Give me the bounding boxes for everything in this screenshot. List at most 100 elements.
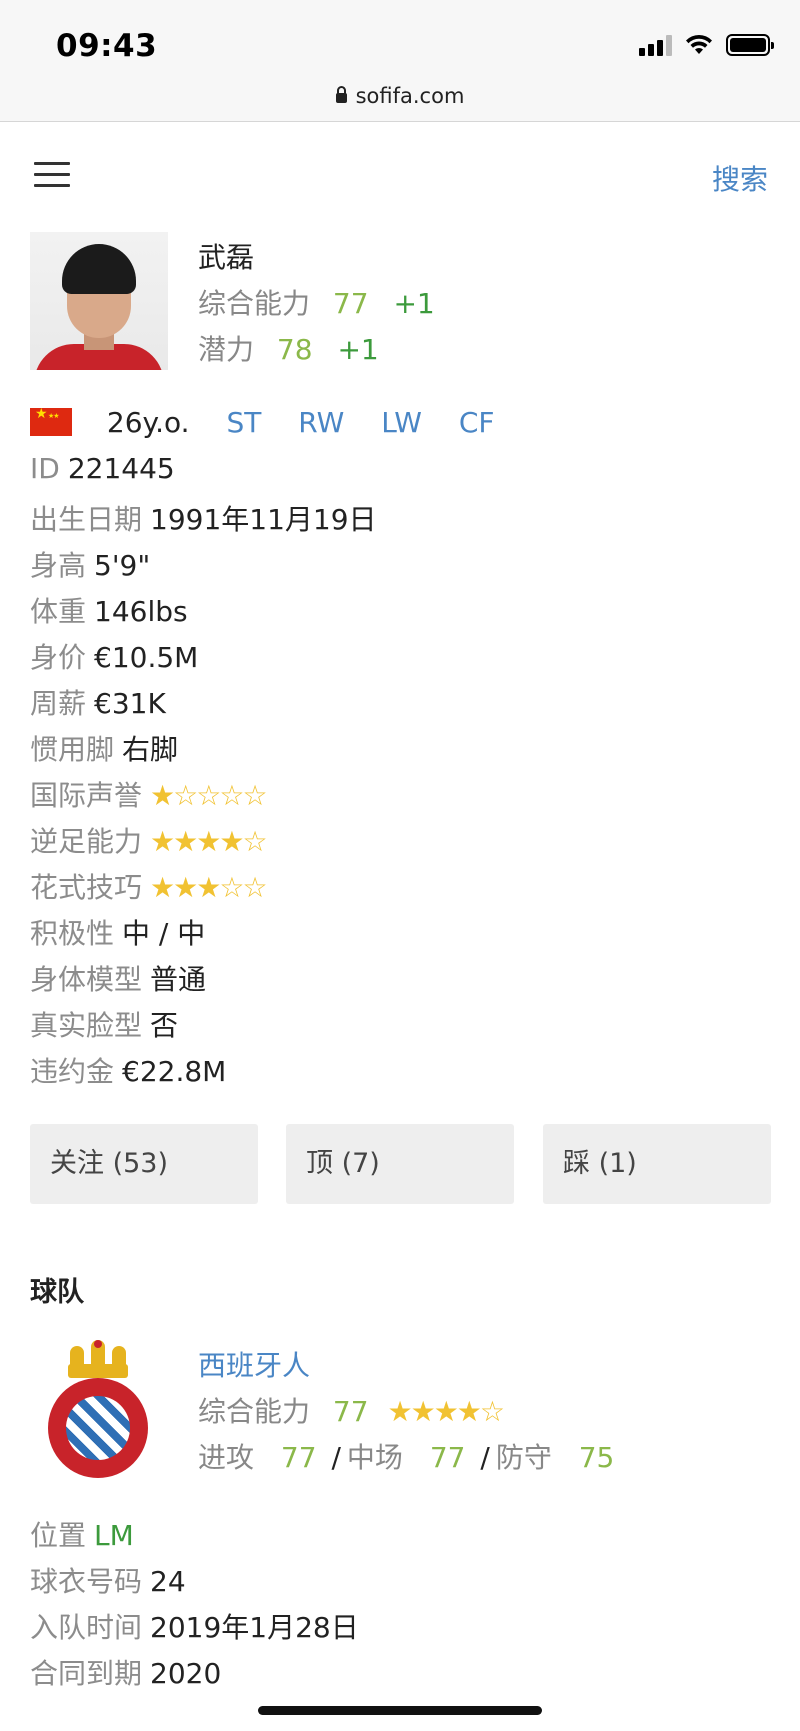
- position-link[interactable]: LW: [381, 406, 422, 439]
- star-empty-icon: ☆: [173, 779, 198, 812]
- info-value: 146lbs: [94, 595, 188, 628]
- overall-rating-line: 综合能力 77 +1: [198, 282, 435, 322]
- info-row-value: 身价 €10.5M: [30, 636, 198, 676]
- hamburger-menu-icon[interactable]: [34, 162, 70, 188]
- info-value: €22.8M: [122, 1055, 227, 1088]
- star-filled-icon: ★: [150, 825, 175, 858]
- star-empty-icon: ☆: [219, 871, 244, 904]
- star-filled-icon: ★: [387, 1395, 412, 1428]
- home-indicator[interactable]: [258, 1706, 542, 1715]
- star-filled-icon: ★: [410, 1395, 436, 1428]
- player-name: 武磊: [198, 241, 255, 274]
- star-empty-icon: ☆: [479, 1395, 505, 1428]
- potential-label: 潜力: [198, 333, 255, 366]
- info-value: 普通: [150, 963, 207, 996]
- team-section-title: 球队: [30, 1277, 84, 1308]
- address-bar[interactable]: sofifa.com: [0, 84, 800, 108]
- potential-rating-line: 潜力 78 +1: [198, 328, 379, 368]
- club-overall-value: 77: [332, 1395, 369, 1428]
- star-filled-icon: ★: [196, 871, 221, 904]
- overall-value: 77: [332, 287, 369, 320]
- like-button[interactable]: 顶 (7): [286, 1124, 514, 1204]
- info-label: 国际声誉: [30, 779, 143, 812]
- star-empty-icon: ☆: [242, 779, 267, 812]
- info-label: 违约金: [30, 1055, 115, 1088]
- club-overall-label: 综合能力: [198, 1395, 311, 1428]
- info-label: 合同到期: [30, 1657, 143, 1690]
- attack-label: 进攻: [198, 1441, 255, 1474]
- star-filled-icon: ★: [219, 825, 244, 858]
- info-value: 221445: [67, 452, 175, 485]
- info-label: 身高: [30, 549, 87, 582]
- player-photo: [30, 232, 168, 370]
- age-positions-row: 26y.o. ST RW LW CF: [30, 406, 494, 439]
- info-row-weight: 体重 146lbs: [30, 590, 188, 630]
- info-label: 身体模型: [30, 963, 143, 996]
- info-label: 花式技巧: [30, 871, 143, 904]
- dislike-button[interactable]: 踩 (1): [543, 1124, 771, 1204]
- position-link[interactable]: CF: [459, 406, 495, 439]
- club-crest-icon: [46, 1340, 150, 1480]
- info-label: 位置: [30, 1519, 87, 1552]
- info-value: 2019年1月28日: [150, 1611, 359, 1644]
- info-row-realface: 真实脸型否: [30, 1004, 178, 1044]
- info-label: 球衣号码: [30, 1565, 143, 1598]
- star-rating: ★☆☆☆☆: [150, 779, 268, 812]
- overall-label: 综合能力: [198, 287, 311, 320]
- info-value: €10.5M: [94, 641, 199, 674]
- search-link[interactable]: 搜索: [712, 158, 768, 198]
- info-value: 否: [150, 1009, 179, 1042]
- position-link[interactable]: RW: [298, 406, 344, 439]
- star-empty-icon: ☆: [242, 871, 267, 904]
- info-value: 2020: [150, 1657, 222, 1690]
- potential-value: 78: [276, 333, 313, 366]
- potential-delta: +1: [337, 333, 379, 366]
- info-row-height: 身高 5'9": [30, 544, 150, 584]
- info-row-reputation: 国际声誉 ★☆☆☆☆: [30, 774, 268, 814]
- info-row-skill: 花式技巧 ★★★☆☆: [30, 866, 268, 906]
- star-filled-icon: ★: [433, 1395, 459, 1428]
- team-row-joined: 入队时间 2019年1月28日: [30, 1606, 359, 1646]
- info-label: 逆足能力: [30, 825, 143, 858]
- battery-icon: [726, 34, 774, 56]
- url-text: sofifa.com: [355, 84, 465, 108]
- team-row-contract: 合同到期 2020: [30, 1652, 221, 1692]
- info-label: 惯用脚: [30, 733, 115, 766]
- star-empty-icon: ☆: [219, 779, 244, 812]
- club-star-rating: ★★★★☆: [387, 1395, 505, 1428]
- player-age: 26y.o.: [106, 406, 190, 439]
- star-empty-icon: ☆: [196, 779, 221, 812]
- overall-delta: +1: [393, 287, 435, 320]
- info-label: 身价: [30, 641, 87, 674]
- star-filled-icon: ★: [173, 871, 198, 904]
- star-filled-icon: ★: [196, 825, 221, 858]
- info-label: 积极性: [30, 917, 115, 950]
- team-row-position: 位置 LM: [30, 1514, 134, 1554]
- info-row-workrate: 积极性中 / 中: [30, 912, 205, 952]
- club-overall-line: 综合能力 77 ★★★★☆: [198, 1390, 505, 1430]
- info-value: 1991年11月19日: [150, 503, 377, 536]
- team-row-jersey: 球衣号码 24: [30, 1560, 186, 1600]
- star-filled-icon: ★: [456, 1395, 482, 1428]
- info-row-release: 违约金 €22.8M: [30, 1050, 226, 1090]
- club-name-link[interactable]: 西班牙人: [198, 1344, 310, 1384]
- info-row-birth: 出生日期 1991年11月19日: [30, 498, 377, 538]
- info-row-weakfoot: 逆足能力 ★★★★☆: [30, 820, 268, 860]
- info-label: 出生日期: [30, 503, 143, 536]
- status-icons: [639, 34, 774, 56]
- midfield-value: 77: [429, 1441, 466, 1474]
- info-value: 右脚: [122, 733, 179, 766]
- defense-label: 防守: [495, 1441, 552, 1474]
- info-value: €31K: [94, 687, 166, 720]
- info-label: 真实脸型: [30, 1009, 143, 1042]
- team-position-value[interactable]: LM: [94, 1519, 134, 1552]
- info-label: 入队时间: [30, 1611, 143, 1644]
- cellular-signal-icon: [639, 34, 672, 56]
- star-rating: ★★★☆☆: [150, 871, 268, 904]
- clock: 09:43: [56, 28, 158, 64]
- info-value: 5'9": [94, 549, 151, 582]
- star-filled-icon: ★: [150, 779, 175, 812]
- position-link[interactable]: ST: [226, 406, 261, 439]
- follow-button[interactable]: 关注 (53): [30, 1124, 258, 1204]
- info-value: 中 / 中: [122, 917, 206, 950]
